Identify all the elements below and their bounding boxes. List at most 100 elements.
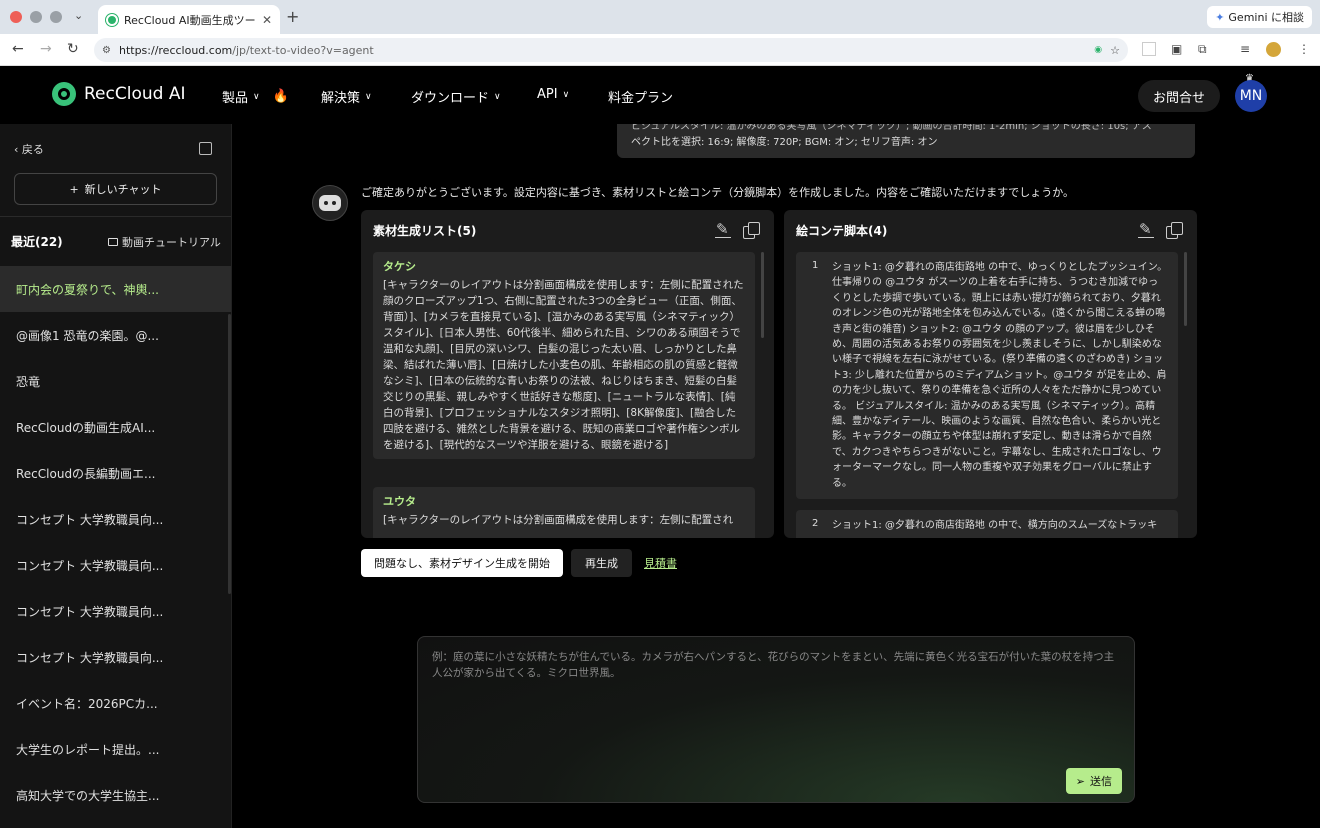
menu-kebab-icon[interactable]: ⋮ [1298, 42, 1310, 56]
tab-search-chevron-icon[interactable]: ⌄ [74, 9, 83, 22]
history-item[interactable]: コンセプト 大学教職員向... [0, 542, 231, 588]
nav-api[interactable]: API ∨ [537, 87, 569, 102]
bot-intro-text: ご確定ありがとうございます。設定内容に基づき、素材リストと絵コンテ（分鏡脚本）を… [361, 186, 1075, 199]
zoom-window-button[interactable] [50, 11, 62, 23]
chevron-down-icon: ∨ [562, 89, 570, 100]
minimize-window-button[interactable] [30, 11, 42, 23]
nav-label: ダウンロード [411, 91, 490, 106]
history-item[interactable]: RecCloudの動画生成AI... [0, 404, 231, 450]
prompt-input[interactable] [432, 649, 1122, 749]
send-plane-icon: ➢ [1075, 774, 1085, 788]
storyboard-card: 絵コンテ脚本(4) 1 ショット1: @夕暮れの商店街路地 の中で、ゆっくりとし… [784, 210, 1197, 538]
url-path: /jp/text-to-video?v=agent [232, 43, 374, 57]
send-label: 送信 [1090, 775, 1112, 788]
regenerate-button[interactable]: 再生成 [571, 549, 632, 577]
site-settings-icon[interactable]: ⚙ [102, 45, 111, 56]
storyboard-scrollbar[interactable] [1184, 252, 1187, 326]
edit-pencil-icon[interactable] [715, 221, 731, 238]
extension-icon[interactable]: ▣ [1171, 42, 1182, 56]
edit-pencil-icon[interactable] [1138, 221, 1154, 238]
profile-icon[interactable] [1266, 42, 1281, 57]
material-item: ユウタ [キャラクターのレイアウトは分割画面構成を使用します：左側に配置され [373, 487, 755, 538]
back-arrow-icon[interactable]: ← [12, 41, 24, 57]
bot-avatar-icon [312, 185, 348, 221]
gemini-label: Gemini に相談 [1228, 11, 1304, 24]
back-label: 戻る [21, 143, 44, 156]
avatar[interactable]: MN [1235, 80, 1267, 112]
shot-number: 1 [812, 260, 819, 271]
reccloud-logo[interactable]: RecCloud AI [52, 82, 185, 106]
logo-text: RecCloud AI [84, 84, 186, 104]
site-header: RecCloud AI 製品 ∨ 🔥 解決策 ∨ ダウンロード ∨ API ∨ … [0, 66, 1320, 124]
history-item[interactable]: コンセプト 大学教職員向... [0, 634, 231, 680]
bookmark-star-icon[interactable]: ☆ [1110, 44, 1120, 57]
url-field[interactable]: ⚙ https://reccloud.com/jp/text-to-video?… [94, 38, 1128, 62]
back-link[interactable]: ‹ 戻る [14, 141, 44, 157]
material-desc: [キャラクターのレイアウトは分割画面構成を使用します：左側に配置され [383, 514, 734, 526]
gemini-button[interactable]: ✦ Gemini に相談 [1207, 6, 1312, 28]
copy-icon[interactable] [1166, 222, 1183, 239]
history-item[interactable]: RecCloudの長編動画エ... [0, 450, 231, 496]
material-desc: [キャラクターのレイアウトは分割画面構成を使用します：左側に配置された顔のクロー… [383, 279, 744, 451]
forward-arrow-icon[interactable]: → [40, 41, 52, 57]
video-tutorial-link[interactable]: 動画チュートリアル [108, 234, 221, 250]
reccloud-logo-icon [52, 82, 76, 106]
reload-icon[interactable]: ↻ [67, 41, 79, 57]
estimate-link[interactable]: 見積書 [644, 555, 677, 571]
user-message-line: ペクト比を選択: 16:9; 解像度: 720P; BGM: オン; セリフ音声… [631, 137, 938, 148]
extension-status-icon[interactable]: ◉ [1094, 45, 1102, 55]
action-bar: 問題なし、素材デザイン生成を開始 再生成 見積書 [361, 549, 677, 577]
new-chat-label: 新しいチャット [84, 183, 162, 196]
chevron-down-icon: ∨ [365, 91, 372, 102]
history-item[interactable]: イベント名：2026PCカ... [0, 680, 231, 726]
puzzle-extensions-icon[interactable]: ⧉ [1198, 42, 1207, 57]
history-item[interactable]: コンセプト 大学教職員向... [0, 588, 231, 634]
history-item[interactable]: コンセプト 大学教職員向... [0, 496, 231, 542]
browser-tab[interactable]: RecCloud AI動画生成ツール - ラ ✕ [98, 5, 280, 34]
nav-label: 料金プラン [608, 91, 674, 106]
chat-main: ビジュアルスタイル: 温かみのある実写風（シネマティック）; 動画の合計時間: … [232, 124, 1320, 828]
send-button[interactable]: ➢ 送信 [1065, 768, 1122, 794]
start-material-generation-button[interactable]: 問題なし、素材デザイン生成を開始 [361, 549, 563, 577]
history-item[interactable]: 恐竜 [0, 358, 231, 404]
history-item[interactable]: 町内会の夏祭りで、神輿... [0, 266, 231, 312]
prompt-composer: ➢ 送信 [417, 636, 1135, 803]
nav-label: API [537, 87, 558, 102]
nav-solutions[interactable]: 解決策 ∨ [321, 87, 372, 106]
sparkle-icon: ✦ [1215, 10, 1225, 24]
sidebar-scrollbar[interactable] [228, 314, 231, 594]
tab-close-icon[interactable]: ✕ [262, 13, 272, 27]
material-item: タケシ [キャラクターのレイアウトは分割画面構成を使用します：左側に配置された顔… [373, 252, 755, 459]
close-window-button[interactable] [10, 11, 22, 23]
storyboard-item: 2 ショット1: @夕暮れの商店街路地 の中で、横方向のスムーズなトラッキ [796, 510, 1178, 538]
nav-products[interactable]: 製品 ∨ 🔥 [222, 87, 289, 106]
copy-icon[interactable] [743, 222, 760, 239]
new-chat-button[interactable]: + 新しいチャット [14, 173, 217, 205]
history-item[interactable]: @画像1 恐竜の楽園。@... [0, 312, 231, 358]
materials-title: 素材生成リスト(5) [373, 224, 477, 238]
history-item[interactable]: 大学生のレポート提出。... [0, 726, 231, 772]
recent-heading: 最近(22) [11, 235, 63, 249]
shot-text: ショット1: @夕暮れの商店街路地 の中で、横方向のスムーズなトラッキ [832, 520, 1158, 531]
user-message: ビジュアルスタイル: 温かみのある実写風（シネマティック）; 動画の合計時間: … [617, 124, 1195, 158]
shot-number: 2 [812, 518, 819, 529]
chevron-down-icon: ∨ [253, 91, 260, 102]
new-tab-button[interactable]: + [286, 7, 299, 26]
history-item[interactable]: 高知大学での大学生協主... [0, 772, 231, 818]
fire-icon: 🔥 [272, 89, 289, 104]
address-toolbar: ← → ↻ ⚙ https://reccloud.com/jp/text-to-… [0, 34, 1320, 66]
materials-scrollbar[interactable] [761, 252, 764, 338]
user-message-cut-line: ビジュアルスタイル: 温かみのある実写風（シネマティック）; 動画の合計時間: … [631, 124, 1152, 132]
collapse-sidebar-icon[interactable] [199, 142, 212, 155]
chevron-down-icon: ∨ [494, 91, 501, 102]
reccloud-favicon-icon [106, 13, 118, 26]
contact-button[interactable]: お問合せ [1138, 80, 1220, 112]
extension-blank-icon[interactable] [1142, 42, 1156, 56]
storyboard-item: 1 ショット1: @夕暮れの商店街路地 の中で、ゆっくりとしたプッシュイン。仕事… [796, 252, 1178, 500]
nav-pricing[interactable]: 料金プラン [608, 87, 673, 106]
tab-title: RecCloud AI動画生成ツール - ラ [124, 13, 256, 27]
shot-text: ショット1: @夕暮れの商店街路地 の中で、ゆっくりとしたプッシュイン。仕事帰り… [832, 262, 1168, 489]
media-controls-icon[interactable]: ≡ [1240, 42, 1250, 56]
browser-tab-bar: ⌄ RecCloud AI動画生成ツール - ラ ✕ + ✦ Gemini に相… [0, 0, 1320, 34]
nav-download[interactable]: ダウンロード ∨ [411, 87, 501, 106]
